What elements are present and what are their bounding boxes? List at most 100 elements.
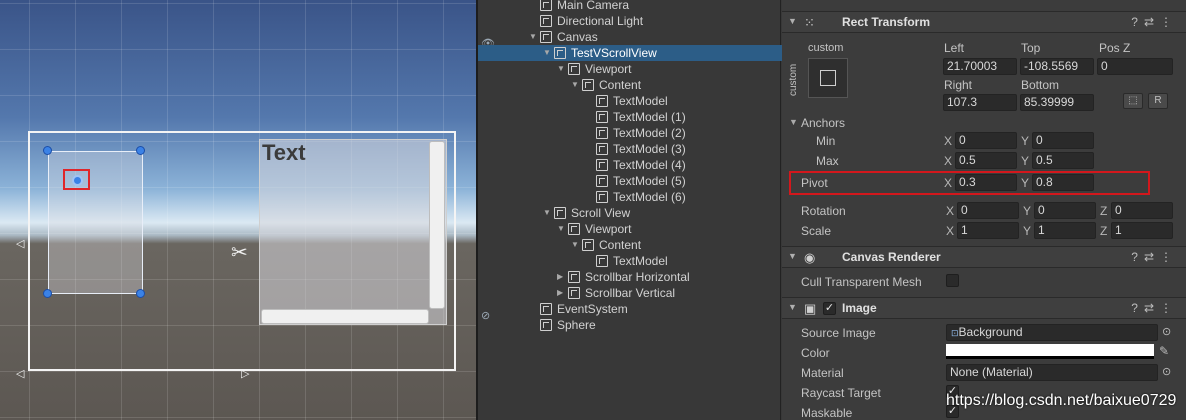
expand-arrow-icon[interactable]: ▼ <box>571 77 579 93</box>
component-menu-icons[interactable]: ?⇄⋮ <box>1131 250 1178 264</box>
hierarchy-item-label: TextModel (4) <box>613 158 686 172</box>
hierarchy-item[interactable]: ▼ Scroll View <box>478 205 783 221</box>
right-field[interactable]: 107.3 <box>943 94 1017 111</box>
hierarchy-item[interactable]: ▼ Content <box>478 237 783 253</box>
scale-label: Scale <box>801 224 832 238</box>
max-x-field[interactable]: 0.5 <box>955 152 1017 169</box>
watermark-text: https://blog.csdn.net/baixue0729 <box>946 392 1177 409</box>
anchor-bottom-triangle[interactable]: ▷ <box>241 369 249 380</box>
hierarchy-item[interactable]: TextModel (4) <box>478 157 783 173</box>
color-swatch[interactable] <box>946 344 1154 359</box>
canvas-renderer-header[interactable]: ▼ ◉ Canvas Renderer ?⇄⋮ <box>782 246 1186 268</box>
scene-view[interactable]: ◁ ◁ ▷ ✂ Text <box>0 0 476 420</box>
material-field[interactable]: None (Material) <box>946 364 1158 381</box>
hierarchy-item[interactable]: Directional Light <box>478 13 783 29</box>
fold-arrow-icon[interactable]: ▼ <box>788 302 797 312</box>
posz-field[interactable]: 0 <box>1097 58 1173 75</box>
hierarchy-item[interactable]: TextModel (5) <box>478 173 783 189</box>
material-picker-icon[interactable]: ⊙ <box>1162 365 1171 378</box>
rect-transform-header[interactable]: ▼ ⁙ Rect Transform ?⇄⋮ <box>782 11 1186 33</box>
rect-handle-bottom-right[interactable] <box>136 289 145 298</box>
hierarchy-item-label: Canvas <box>557 30 598 44</box>
horizontal-scrollbar[interactable] <box>261 309 429 324</box>
anchor-bottom-left-triangle[interactable]: ◁ <box>16 369 24 380</box>
image-header[interactable]: ▼ ▣ ✓ Image ?⇄⋮ <box>782 297 1186 319</box>
hierarchy-item[interactable]: TextModel <box>478 93 783 109</box>
left-field[interactable]: 21.70003 <box>943 58 1017 75</box>
hierarchy-item[interactable]: EventSystem <box>478 301 783 317</box>
rotation-y-field[interactable]: 0 <box>1034 202 1096 219</box>
object-picker-icon[interactable]: ⊙ <box>1162 325 1171 338</box>
gameobject-cube-icon <box>596 95 608 107</box>
max-y-axis: Y <box>1021 154 1030 168</box>
rotation-z-field[interactable]: 0 <box>1111 202 1173 219</box>
anchor-left-triangle[interactable]: ◁ <box>16 239 24 250</box>
maskable-label: Maskable <box>801 406 853 420</box>
component-menu-icons[interactable]: ?⇄⋮ <box>1131 301 1178 315</box>
hierarchy-item[interactable]: TextModel (2) <box>478 125 783 141</box>
scroll-view-panel[interactable]: Text <box>259 139 447 325</box>
rotation-x-field[interactable]: 0 <box>957 202 1019 219</box>
expand-arrow-icon[interactable]: ▶ <box>557 285 563 301</box>
pivot-handle[interactable] <box>72 175 83 186</box>
vertical-scrollbar[interactable] <box>429 141 445 309</box>
hierarchy-item[interactable]: ▼ Viewport <box>478 61 783 77</box>
hierarchy-item-label: TextModel (3) <box>613 142 686 156</box>
min-y-field[interactable]: 0 <box>1032 132 1094 149</box>
raw-edit-button[interactable]: R <box>1148 93 1168 109</box>
hierarchy-item[interactable]: ▶ Scrollbar Vertical <box>478 285 783 301</box>
cull-transparent-checkbox[interactable] <box>946 274 959 287</box>
hierarchy-item-label: Main Camera <box>557 0 630 12</box>
fold-arrow-icon[interactable]: ▼ <box>788 16 797 26</box>
rect-handle-bottom-left[interactable] <box>43 289 52 298</box>
top-field[interactable]: -108.5569 <box>1020 58 1094 75</box>
source-image-field[interactable]: ⊡Background <box>946 324 1158 341</box>
scene-text-label: Text <box>262 140 306 165</box>
image-enabled-checkbox[interactable]: ✓ <box>823 302 836 315</box>
expand-arrow-icon[interactable]: ▶ <box>557 269 563 285</box>
expand-arrow-icon[interactable]: ▼ <box>529 29 537 45</box>
blueprint-mode-button[interactable]: ⬚ <box>1123 93 1143 109</box>
expand-arrow-icon[interactable]: ▼ <box>543 205 551 221</box>
hierarchy-item[interactable]: ▼ Canvas <box>478 29 783 45</box>
hierarchy-item-label: Directional Light <box>557 14 644 28</box>
rect-handle-top-left[interactable] <box>43 146 52 155</box>
hierarchy-item-label: TextModel (1) <box>613 110 686 124</box>
eyedropper-icon[interactable]: ✎ <box>1159 344 1169 358</box>
max-x-axis: X <box>944 154 953 168</box>
hierarchy-item[interactable]: TextModel (6) <box>478 189 783 205</box>
hierarchy-item[interactable]: Sphere <box>478 317 783 333</box>
expand-arrow-icon[interactable]: ▼ <box>557 221 565 237</box>
expand-arrow-icon[interactable]: ▼ <box>543 45 551 61</box>
anchor-preset-button[interactable] <box>808 58 848 98</box>
hierarchy-panel: 👁 ⊘ Main Camera Directional Light ▼ Canvas ▼… <box>476 0 783 420</box>
fold-arrow-icon[interactable]: ▼ <box>788 251 797 261</box>
scale-z-field[interactable]: 1 <box>1111 222 1173 239</box>
max-y-field[interactable]: 0.5 <box>1032 152 1094 169</box>
hierarchy-item[interactable]: ▼ Content <box>478 77 783 93</box>
rect-handle-top-right[interactable] <box>136 146 145 155</box>
bottom-field[interactable]: 85.39999 <box>1020 94 1094 111</box>
hierarchy-item-label: Scrollbar Vertical <box>585 286 676 300</box>
hierarchy-item-label: Viewport <box>585 62 632 76</box>
hierarchy-item[interactable]: TextModel <box>478 253 783 269</box>
hierarchy-item[interactable]: TextModel (3) <box>478 141 783 157</box>
hierarchy-item[interactable]: Main Camera <box>478 0 783 13</box>
hierarchy-item[interactable]: ▼ Viewport <box>478 221 783 237</box>
hierarchy-item[interactable]: ▶ Scrollbar Horizontal <box>478 269 783 285</box>
expand-arrow-icon[interactable]: ▼ <box>557 61 565 77</box>
source-image-value: Background <box>958 325 1023 339</box>
scale-x-field[interactable]: 1 <box>957 222 1019 239</box>
min-x-field[interactable]: 0 <box>955 132 1017 149</box>
component-menu-icons[interactable]: ?⇄⋮ <box>1131 15 1178 29</box>
hierarchy-item-label: Scrollbar Horizontal <box>585 270 690 284</box>
hierarchy-item[interactable]: TextModel (1) <box>478 109 783 125</box>
anchors-fold-icon[interactable]: ▼ <box>789 117 798 127</box>
hierarchy-item-label: TextModel (2) <box>613 126 686 140</box>
expand-arrow-icon[interactable]: ▼ <box>571 237 579 253</box>
gameobject-cube-icon <box>568 223 580 235</box>
hierarchy-item[interactable]: ▼ TestVScrollView <box>478 45 783 61</box>
anchor-center-icon[interactable]: ✂ <box>231 240 248 265</box>
rot-x-axis: X <box>946 204 955 218</box>
scale-y-field[interactable]: 1 <box>1034 222 1096 239</box>
